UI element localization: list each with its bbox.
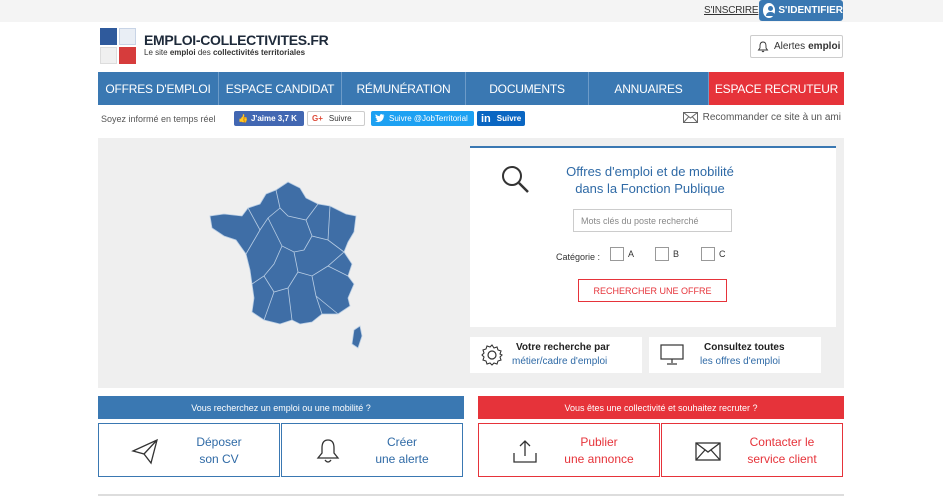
nav-annuaires[interactable]: ANNUAIRES <box>589 72 709 105</box>
rechercher-button[interactable]: RECHERCHER UNE OFFRE <box>578 279 727 302</box>
site-subtitle: Le site emploi des collectivités territo… <box>144 48 306 57</box>
recommander-link[interactable]: Recommander ce site à un ami <box>682 112 841 123</box>
nav-remuneration[interactable]: RÉMUNÉRATION <box>342 72 466 105</box>
search-box: Offres d'emploi et de mobilité dans la F… <box>470 146 836 327</box>
google-plus-icon: G+ <box>312 114 323 123</box>
facebook-like-button[interactable]: 👍 J'aime 3,7 K <box>234 111 304 126</box>
bell-icon <box>316 439 340 463</box>
user-icon <box>763 3 776 18</box>
deposer-cv-button[interactable]: Déposer son CV <box>98 423 280 477</box>
paper-plane-icon <box>131 438 158 465</box>
linkedin-follow-button[interactable]: in Suivre <box>477 111 525 126</box>
candidate-band: Vous recherchez un emploi ou une mobilit… <box>98 396 464 419</box>
category-b-checkbox[interactable] <box>655 247 669 261</box>
category-a-checkbox[interactable] <box>610 247 624 261</box>
category-c-label: C <box>719 249 726 259</box>
toutes-offres-card[interactable]: Consultez toutes les offres d'emploi <box>649 337 821 373</box>
inscrire-link[interactable]: S'INSCRIRE <box>704 5 759 16</box>
search-title: Offres d'emploi et de mobilité dans la F… <box>566 164 734 196</box>
envelope-icon <box>695 442 721 461</box>
twitter-follow-button[interactable]: Suivre @JobTerritorial <box>371 111 474 126</box>
main-nav: OFFRES D'EMPLOI ESPACE CANDIDAT RÉMUNÉRA… <box>98 72 844 105</box>
site-title[interactable]: EMPLOI-COLLECTIVITES.FR <box>144 32 329 48</box>
monitor-icon <box>660 344 684 365</box>
category-c-checkbox[interactable] <box>701 247 715 261</box>
creer-alerte-button[interactable]: Créer une alerte <box>281 423 463 477</box>
contacter-service-button[interactable]: Contacter le service client <box>661 423 843 477</box>
nav-espace-candidat[interactable]: ESPACE CANDIDAT <box>219 72 342 105</box>
alertes-label: Alertes <box>774 41 806 52</box>
gear-icon <box>481 344 503 366</box>
category-a-label: A <box>628 249 635 259</box>
magnifier-icon <box>502 166 529 193</box>
identifier-button[interactable]: S'IDENTIFIER <box>759 0 843 21</box>
linkedin-icon: in <box>481 112 491 125</box>
alertes-bold: emploi <box>808 41 841 52</box>
envelope-icon <box>682 112 698 123</box>
social-text: Soyez informé en temps réel <box>101 114 216 124</box>
france-map[interactable] <box>208 180 368 350</box>
twitter-icon <box>375 114 385 123</box>
recruiter-band: Vous êtes une collectivité et souhaitez … <box>478 396 844 419</box>
nav-espace-recruteur[interactable]: ESPACE RECRUTEUR <box>709 72 844 105</box>
nav-documents[interactable]: DOCUMENTS <box>466 72 589 105</box>
logo-mark[interactable] <box>100 28 136 64</box>
top-bar: S'INSCRIRE S'IDENTIFIER <box>0 0 943 22</box>
footer-divider <box>98 494 844 496</box>
category-label: Catégorie : <box>556 252 601 262</box>
bell-icon <box>757 41 769 52</box>
metier-card[interactable]: Votre recherche par métier/cadre d'emplo… <box>470 337 642 373</box>
identifier-label: S'IDENTIFIER <box>778 5 843 16</box>
keyword-input[interactable]: Mots clés du poste recherché <box>573 209 732 232</box>
page: S'INSCRIRE S'IDENTIFIER EMPLOI-COLLECTIV… <box>0 0 943 504</box>
alertes-emploi-button[interactable]: Alertes emploi <box>750 35 843 58</box>
google-plus-button[interactable]: G+ Suivre <box>307 111 365 126</box>
upload-icon <box>513 440 537 463</box>
social-bar: Soyez informé en temps réel 👍 J'aime 3,7… <box>98 110 844 128</box>
thumbs-up-icon: 👍 <box>238 114 248 123</box>
publier-annonce-button[interactable]: Publier une annonce <box>478 423 660 477</box>
category-b-label: B <box>673 249 680 259</box>
nav-offres-emploi[interactable]: OFFRES D'EMPLOI <box>98 72 219 105</box>
